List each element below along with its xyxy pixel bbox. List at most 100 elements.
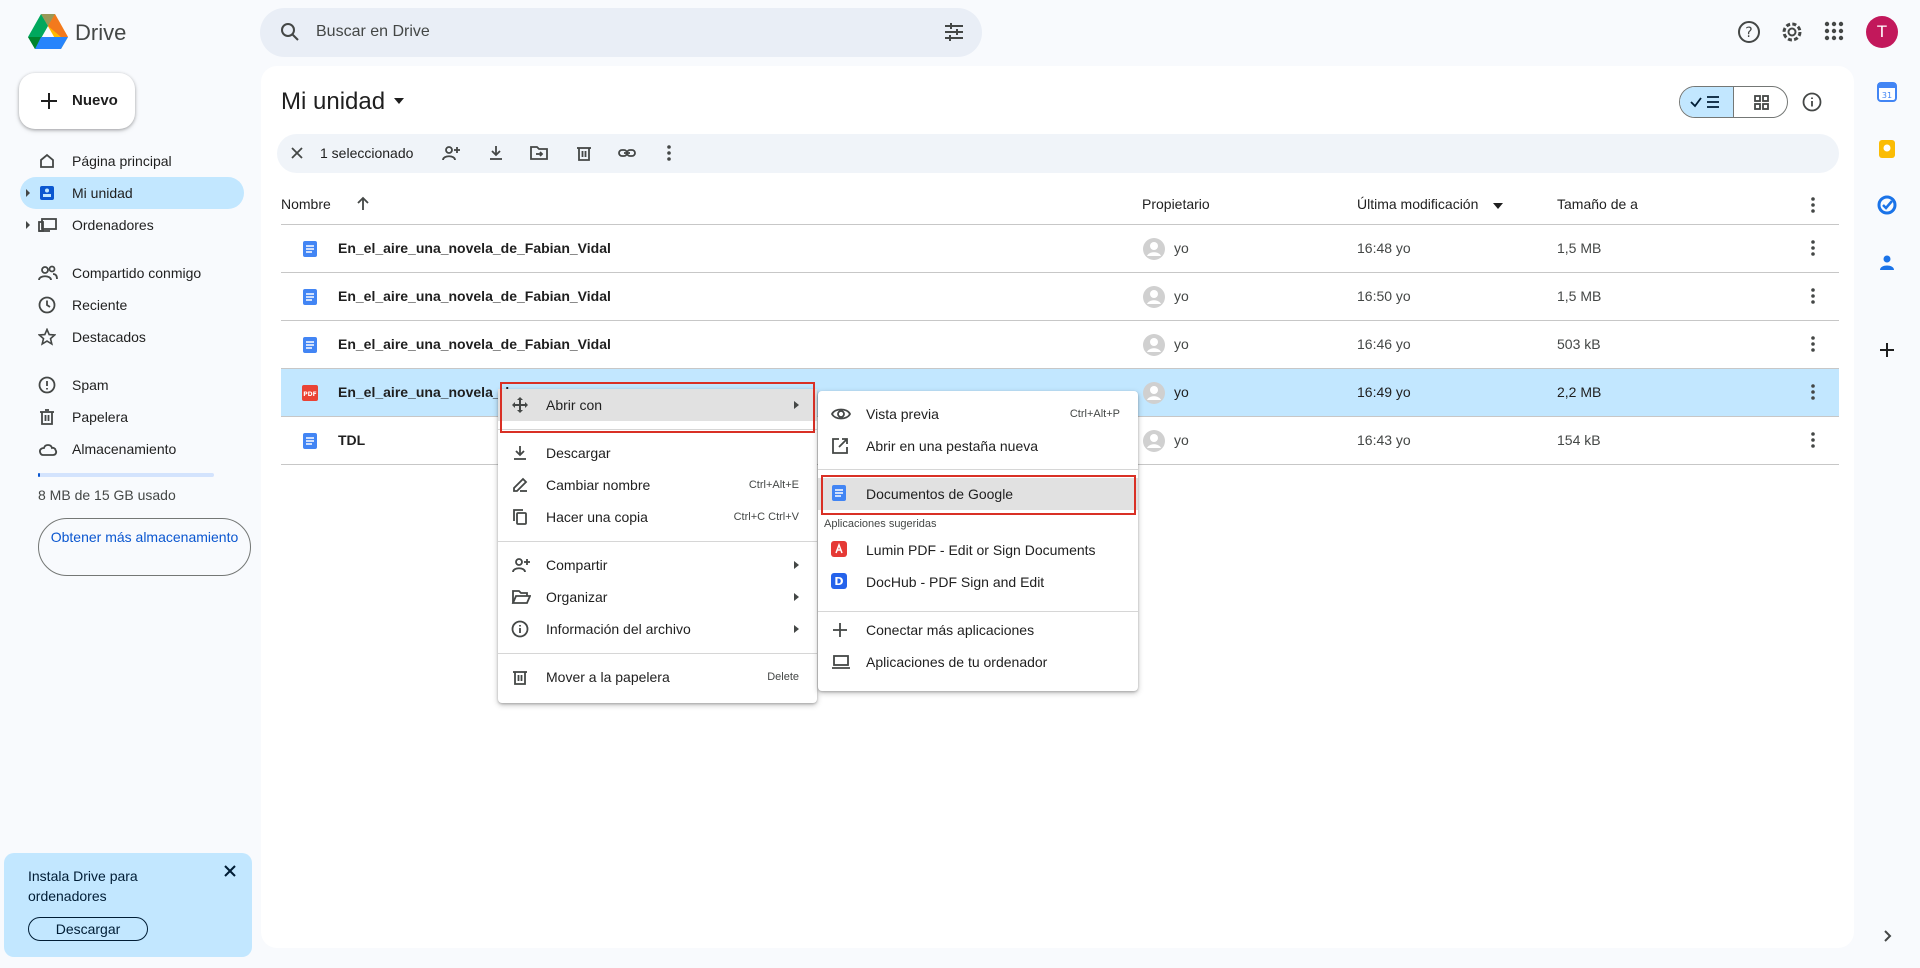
search-bar[interactable]: Buscar en Drive	[260, 8, 982, 57]
sidebar-item-label: Reciente	[72, 297, 128, 313]
search-input[interactable]: Buscar en Drive	[316, 23, 430, 41]
share-add-person-icon	[511, 556, 531, 574]
expand-caret-icon[interactable]	[26, 189, 30, 197]
owner-name: yo	[1174, 288, 1189, 304]
copy-icon	[511, 508, 529, 526]
submenu-item-label: DocHub - PDF Sign and Edit	[866, 574, 1045, 590]
get-more-storage-button[interactable]: Obtener más almacenamiento	[38, 518, 251, 576]
apps-grid-icon[interactable]	[1822, 19, 1846, 43]
page-title[interactable]: Mi unidad	[281, 88, 385, 116]
menu-item-download[interactable]: Descargar	[498, 437, 817, 469]
modified-time: 16:43 yo	[1357, 432, 1411, 448]
sidebar-item-label: Almacenamiento	[72, 441, 177, 457]
tasks-icon[interactable]	[1877, 195, 1897, 215]
calendar-icon[interactable]: 31	[1877, 82, 1897, 102]
settings-gear-icon[interactable]	[1779, 19, 1805, 45]
sidebar-item-computers[interactable]: Ordenadores	[20, 209, 244, 241]
keep-notes-icon[interactable]	[1877, 139, 1897, 159]
menu-item-move-to-trash[interactable]: Mover a la papelera Delete	[498, 661, 817, 693]
submenu-item-desktop-apps[interactable]: Aplicaciones de tu ordenador	[818, 646, 1138, 678]
submenu-item-label: Vista previa	[866, 406, 939, 422]
sidebar-item-label: Ordenadores	[72, 217, 154, 233]
add-addon-icon[interactable]	[1877, 340, 1897, 360]
submenu-item-label: Conectar más aplicaciones	[866, 622, 1035, 638]
menu-item-share[interactable]: Compartir	[498, 549, 817, 581]
submenu-item-lumin-pdf[interactable]: Lumin PDF - Edit or Sign Documents	[818, 534, 1138, 566]
sidebar-item-storage[interactable]: Almacenamiento	[20, 433, 244, 465]
clear-selection-icon[interactable]	[289, 145, 305, 161]
download-icon	[511, 444, 529, 462]
sidebar-item-label: Papelera	[72, 409, 129, 425]
selection-count: 1 seleccionado	[320, 145, 414, 161]
info-icon[interactable]	[1801, 91, 1823, 113]
submenu-item-dochub[interactable]: D DocHub - PDF Sign and Edit	[818, 566, 1138, 598]
sidebar-item-spam[interactable]: Spam	[20, 369, 244, 401]
sidebar-item-label: Spam	[72, 377, 109, 393]
new-button[interactable]: Nuevo	[19, 73, 135, 129]
table-row[interactable]: En_el_aire_una_novela_de_Fabian_Vidal yo…	[281, 225, 1839, 273]
sidebar-item-starred[interactable]: Destacados	[20, 321, 244, 353]
svg-text:?: ?	[1745, 25, 1752, 41]
owner-avatar-icon	[1142, 429, 1166, 453]
drive-logo-icon[interactable]	[28, 14, 68, 50]
sidebar-item-recent[interactable]: Reciente	[20, 289, 244, 321]
owner-name: yo	[1174, 432, 1189, 448]
list-view-button[interactable]	[1680, 87, 1734, 117]
row-more-icon[interactable]	[1810, 239, 1816, 257]
column-header-modified[interactable]: Última modificación	[1357, 196, 1478, 212]
row-more-icon[interactable]	[1810, 335, 1816, 353]
owner-avatar-icon	[1142, 237, 1166, 261]
title-dropdown-icon[interactable]	[394, 98, 404, 104]
view-toggle[interactable]	[1679, 86, 1788, 118]
row-more-icon[interactable]	[1810, 431, 1816, 449]
expand-panel-chevron-icon[interactable]	[1877, 928, 1897, 944]
file-size: 1,5 MB	[1557, 240, 1602, 256]
plus-icon	[831, 621, 849, 639]
menu-item-rename[interactable]: Cambiar nombre Ctrl+Alt+E	[498, 469, 817, 501]
sidebar-item-home[interactable]: Página principal	[20, 145, 244, 177]
submenu-item-preview[interactable]: Vista previa Ctrl+Alt+P	[818, 398, 1138, 430]
sidebar-item-shared[interactable]: Compartido conmigo	[20, 257, 244, 289]
download-icon[interactable]	[487, 144, 505, 162]
search-options-icon[interactable]	[942, 20, 966, 44]
table-row[interactable]: En_el_aire_una_novela_de_Fabian_Vidal yo…	[281, 273, 1839, 321]
sort-dropdown-icon[interactable]	[1493, 203, 1503, 209]
expand-caret-icon[interactable]	[26, 221, 30, 229]
sort-arrow-up-icon[interactable]	[355, 196, 371, 212]
svg-text:D: D	[834, 575, 843, 588]
share-add-person-icon[interactable]	[441, 144, 461, 162]
row-more-icon[interactable]	[1810, 383, 1816, 401]
menu-item-make-copy[interactable]: Hacer una copia Ctrl+C Ctrl+V	[498, 501, 817, 533]
shortcut-text: Delete	[767, 671, 799, 683]
move-folder-icon[interactable]	[529, 144, 549, 162]
menu-item-file-info[interactable]: Información del archivo	[498, 613, 817, 645]
account-avatar[interactable]: T	[1866, 16, 1898, 48]
help-icon[interactable]: ?	[1736, 19, 1762, 45]
copy-link-icon[interactable]	[617, 144, 637, 162]
shortcut-text: Ctrl+Alt+P	[1069, 408, 1120, 420]
sidebar-item-my-drive[interactable]: Mi unidad	[20, 177, 244, 209]
file-size: 154 kB	[1557, 432, 1601, 448]
more-actions-icon[interactable]	[666, 144, 672, 162]
contacts-icon[interactable]	[1877, 252, 1897, 272]
google-doc-icon	[302, 433, 318, 449]
menu-item-label: Información del archivo	[546, 621, 691, 637]
file-size: 2,2 MB	[1557, 384, 1602, 400]
grid-view-button[interactable]	[1735, 87, 1787, 117]
menu-item-organize[interactable]: Organizar	[498, 581, 817, 613]
column-header-size[interactable]: Tamaño de a	[1557, 196, 1638, 212]
table-row[interactable]: En_el_aire_una_novela_de_Fabian_Vidal yo…	[281, 321, 1839, 369]
column-header-name[interactable]: Nombre	[281, 196, 331, 212]
install-download-button[interactable]: Descargar	[28, 917, 148, 941]
row-more-icon[interactable]	[1810, 287, 1816, 305]
submenu-item-label: Aplicaciones de tu ordenador	[866, 654, 1048, 670]
trash-icon[interactable]	[575, 144, 593, 162]
close-icon[interactable]	[222, 863, 238, 879]
submenu-item-new-tab[interactable]: Abrir en una pestaña nueva	[818, 430, 1138, 462]
column-options-icon[interactable]	[1810, 196, 1816, 214]
submenu-item-connect-apps[interactable]: Conectar más aplicaciones	[818, 614, 1138, 646]
column-header-owner[interactable]: Propietario	[1142, 196, 1210, 212]
sidebar-item-trash[interactable]: Papelera	[20, 401, 244, 433]
search-icon[interactable]	[278, 20, 302, 44]
menu-divider	[818, 611, 1138, 612]
